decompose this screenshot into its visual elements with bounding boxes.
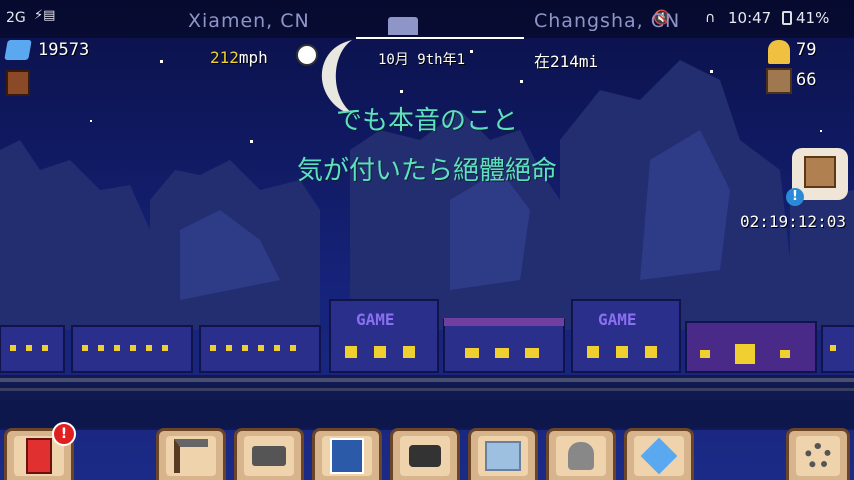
signal-indicator: 2G xyxy=(6,10,26,26)
map-icon xyxy=(478,435,528,476)
lyric-line-2: 気が付いたら絕體絕命 xyxy=(296,156,557,186)
battery-level: 41% xyxy=(796,9,830,27)
car-sign-1: GAME xyxy=(356,310,395,329)
lyric-line-1: でも本音のこと xyxy=(335,106,518,136)
blueprints-button[interactable] xyxy=(312,428,382,480)
clock: 10:47 xyxy=(728,9,772,27)
cargo-icon xyxy=(766,68,792,94)
headphone-icon: ∩ xyxy=(705,10,716,26)
crate-icon xyxy=(804,156,836,188)
shop-alert-badge: ! xyxy=(52,422,76,446)
gem-icon[interactable] xyxy=(4,40,32,60)
train-progress-icon xyxy=(388,17,418,35)
delivery-alert-badge: ! xyxy=(786,188,804,206)
car-sign-2: GAME xyxy=(598,310,637,329)
gem-count: 19573 xyxy=(38,40,90,60)
distance-remaining: 在214mi xyxy=(534,52,599,71)
delivery-timer: 02:19:12:03 xyxy=(740,212,846,231)
origin-city: Xiamen, CN xyxy=(188,10,310,32)
destination-city: Changsha, CN xyxy=(534,10,681,32)
speed-unit: mph xyxy=(238,48,268,67)
blueprint-icon xyxy=(322,435,372,476)
passenger-count: 79 xyxy=(796,40,817,60)
camera-icon xyxy=(400,435,450,476)
gear-icon xyxy=(796,435,840,476)
journal-icon[interactable] xyxy=(6,70,30,96)
speed-value: 212 xyxy=(210,48,239,67)
passengers-button[interactable] xyxy=(546,428,616,480)
map-button[interactable] xyxy=(468,428,538,480)
wifi-icon: ⚡▤ xyxy=(34,8,56,23)
gems-button[interactable] xyxy=(624,428,694,480)
speedometer-icon xyxy=(296,44,318,66)
battery-icon xyxy=(782,11,792,25)
route-progress-line xyxy=(356,37,524,39)
passenger-icon xyxy=(768,40,790,64)
person-icon xyxy=(556,435,606,476)
game-date: 10月 9th年1 xyxy=(378,52,466,68)
speed-readout: 212mph xyxy=(210,48,268,67)
settings-button[interactable] xyxy=(786,428,850,480)
photo-button[interactable] xyxy=(390,428,460,480)
build-button[interactable] xyxy=(156,428,226,480)
status-bar xyxy=(0,0,854,38)
gem-shop-icon xyxy=(634,435,684,476)
hammer-icon xyxy=(166,435,216,476)
cargo-count: 66 xyxy=(796,70,817,90)
game-scene xyxy=(0,0,854,480)
locomotive-icon xyxy=(244,435,294,476)
trains-button[interactable] xyxy=(234,428,304,480)
